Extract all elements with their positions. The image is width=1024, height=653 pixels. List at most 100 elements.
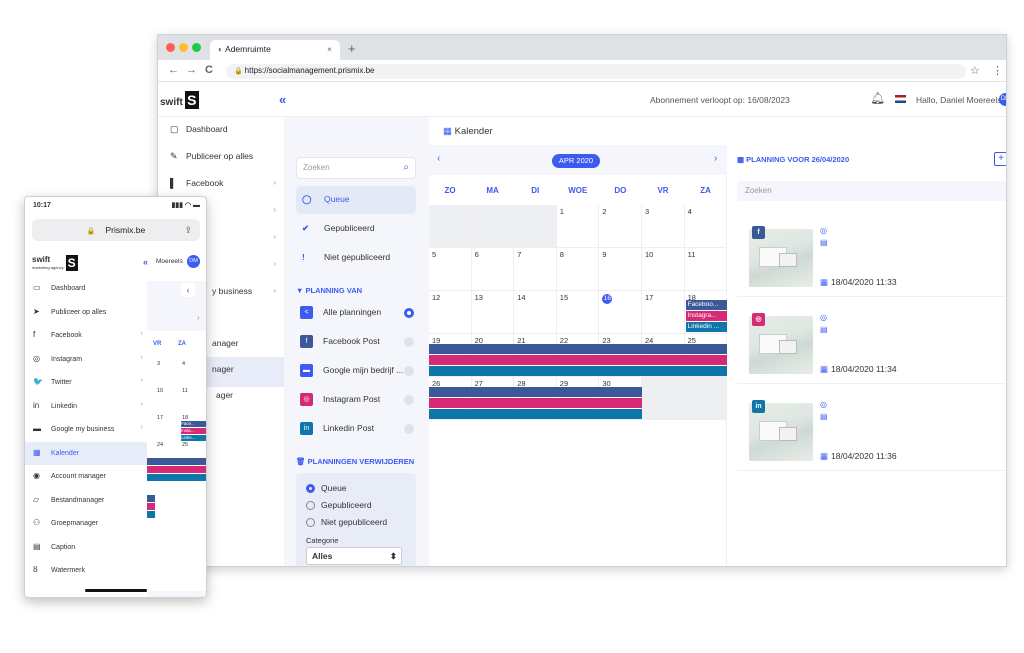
filter-option-niet-gepubliceerd[interactable]: ! Niet gepubliceerd [296,244,416,272]
delete-option-gepubliceerd[interactable]: Gepubliceerd [306,500,372,511]
reload-icon[interactable]: C [205,64,213,76]
search-icon[interactable]: ⌕ [403,162,409,173]
phone-menu-item[interactable]: ⚇ Groepmanager [25,512,147,535]
filter-option-queue[interactable]: ◯ Queue [296,186,416,214]
minimize-window-icon[interactable] [179,43,188,52]
calendar-day[interactable]: 7 [514,248,557,291]
planning-item[interactable]: in Linkedin Post [296,417,418,441]
calendar-day[interactable] [642,377,685,420]
delete-option-queue[interactable]: Queue [306,483,347,494]
bell-icon[interactable]: 🔔︎ [870,91,885,105]
avatar[interactable]: DM [999,93,1006,106]
logo[interactable]: swift S [160,91,199,109]
share-icon[interactable]: ⇪ [184,219,192,241]
calendar-day[interactable]: 6 [471,248,515,291]
calendar-event[interactable]: Insta... [181,428,206,434]
bookmark-star-icon[interactable]: ☆ [970,64,980,77]
phone-menu-item[interactable]: f Facebook › [25,324,147,347]
calendar-day[interactable]: 1 [556,205,600,248]
phone-logo[interactable]: swift marketing agency S [32,255,78,271]
forward-icon[interactable]: → [186,64,197,76]
calendar-day[interactable] [471,205,515,248]
calendar-day[interactable]: 17 [642,291,685,334]
planning-card[interactable]: f◎▤▦18/04/2020 11:33⋮ [737,215,1006,297]
browser-tab[interactable]: ◐ Ademruimte × [210,40,340,60]
calendar-event-bar[interactable] [429,355,728,365]
tab-close-icon[interactable]: × [327,44,332,54]
phone-menu-item[interactable]: 🐦 Twitter › [25,371,147,394]
sidebar-item-publiceer[interactable]: ✎ Publiceer op alles [158,144,284,170]
planning-card[interactable]: ◎◎▤▦18/04/2020 11:34⋮ [737,302,1006,384]
category-select[interactable]: Alles ⬍ [306,547,402,565]
radio-icon[interactable] [404,395,414,405]
calendar-day[interactable] [514,205,557,248]
phone-user-name[interactable]: Moereels [156,258,183,265]
filter-search-input[interactable]: Zoeken ⌕ [296,157,416,179]
dutch-flag-icon[interactable] [895,95,906,103]
back-icon[interactable]: ← [168,64,179,76]
calendar-event-bar[interactable] [147,458,206,465]
calendar-day[interactable]: 16 [599,291,642,334]
sidebar-item-dashboard[interactable]: ▢ Dashboard [158,117,284,143]
month-label[interactable]: APR 2020 [552,154,600,168]
browser-menu-icon[interactable]: ⋮ [992,64,1003,77]
calendar-day[interactable]: 9 [599,248,642,291]
calendar-event-bar[interactable] [429,398,642,408]
phone-menu-item[interactable]: ◉ Account manager [25,465,147,488]
new-tab-button[interactable]: + [348,41,356,56]
planning-item[interactable]: ◎ Instagram Post [296,388,418,412]
next-month-button[interactable]: › [714,153,717,164]
calendar-event[interactable]: Linkedin ... [685,322,727,332]
phone-menu-item[interactable]: ➤ Publiceer op alles [25,301,147,324]
maximize-window-icon[interactable] [192,43,201,52]
calendar-event-bar[interactable] [147,466,206,473]
calendar-event-bar[interactable] [429,387,642,397]
close-window-icon[interactable] [166,43,175,52]
calendar-day[interactable]: 3 [642,205,685,248]
calendar-day[interactable]: 8 [556,248,600,291]
calendar-event[interactable]: Face... [181,421,206,427]
calendar-event[interactable]: Linke... [181,435,206,441]
radio-icon[interactable] [404,366,414,376]
planning-item[interactable]: ▬ Google mijn bedrijf ... [296,359,418,383]
calendar-day[interactable]: 4 [684,205,728,248]
url-input[interactable]: 🔒 https://socialmanagement.prismix.be [226,64,966,79]
calendar-day[interactable]: 12 [429,291,472,334]
calendar-event-bar[interactable] [429,409,642,419]
calendar-day[interactable] [684,377,728,420]
filter-option-gepubliceerd[interactable]: ✔ Gepubliceerd [296,215,416,243]
phone-collapse-button[interactable]: « [143,257,148,267]
phone-menu-item[interactable]: ▭ Dashboard [25,277,147,300]
collapse-sidebar-button[interactable]: « [279,92,286,107]
calendar-event-bar[interactable] [429,344,728,354]
sidebar-item-facebook[interactable]: ▌ Facebook › [158,171,284,197]
calendar-event-bar[interactable] [147,495,155,502]
phone-menu-item[interactable]: ▱ Bestandmanager [25,489,147,512]
calendar-event[interactable]: Instagra... [685,311,727,321]
calendar-event-bar[interactable] [429,366,728,376]
radio-icon[interactable] [404,337,414,347]
phone-address-bar[interactable]: 🔒 Prismix.be ⇪ [32,219,200,241]
radio-icon[interactable] [404,424,414,434]
phone-menu-item[interactable]: ▦ Kalender [25,441,147,465]
prev-month-button[interactable]: ‹ [437,153,440,164]
calendar-event-bar[interactable] [147,503,155,510]
planning-search-input[interactable]: Zoeken ⌕ [737,181,1007,201]
phone-menu-item[interactable]: ▬ Google my business › [25,418,147,441]
planning-item[interactable]: f Facebook Post [296,330,418,354]
calendar-day[interactable] [429,205,472,248]
calendar-day[interactable]: 10 [642,248,685,291]
calendar-event-bar[interactable] [147,511,155,518]
planning-card[interactable]: in◎▤▦18/04/2020 11:36⋮ [737,389,1006,471]
calendar-day[interactable]: 13 [471,291,515,334]
phone-cal-prev-button[interactable]: ‹ [181,283,195,297]
phone-menu-item[interactable]: in Linkedin › [25,395,147,418]
delete-option-niet-gepubliceerd[interactable]: Niet gepubliceerd [306,517,387,528]
calendar-day[interactable]: 15 [556,291,600,334]
search-icon[interactable]: ⌕ [1006,184,1007,195]
phone-menu-item[interactable]: ◎ Instagram › [25,348,147,371]
calendar-day[interactable]: 2 [599,205,642,248]
phone-avatar[interactable]: DM [187,255,200,268]
phone-cal-next-button[interactable]: › [197,313,200,322]
calendar-event[interactable]: Faceboo... [685,300,727,310]
